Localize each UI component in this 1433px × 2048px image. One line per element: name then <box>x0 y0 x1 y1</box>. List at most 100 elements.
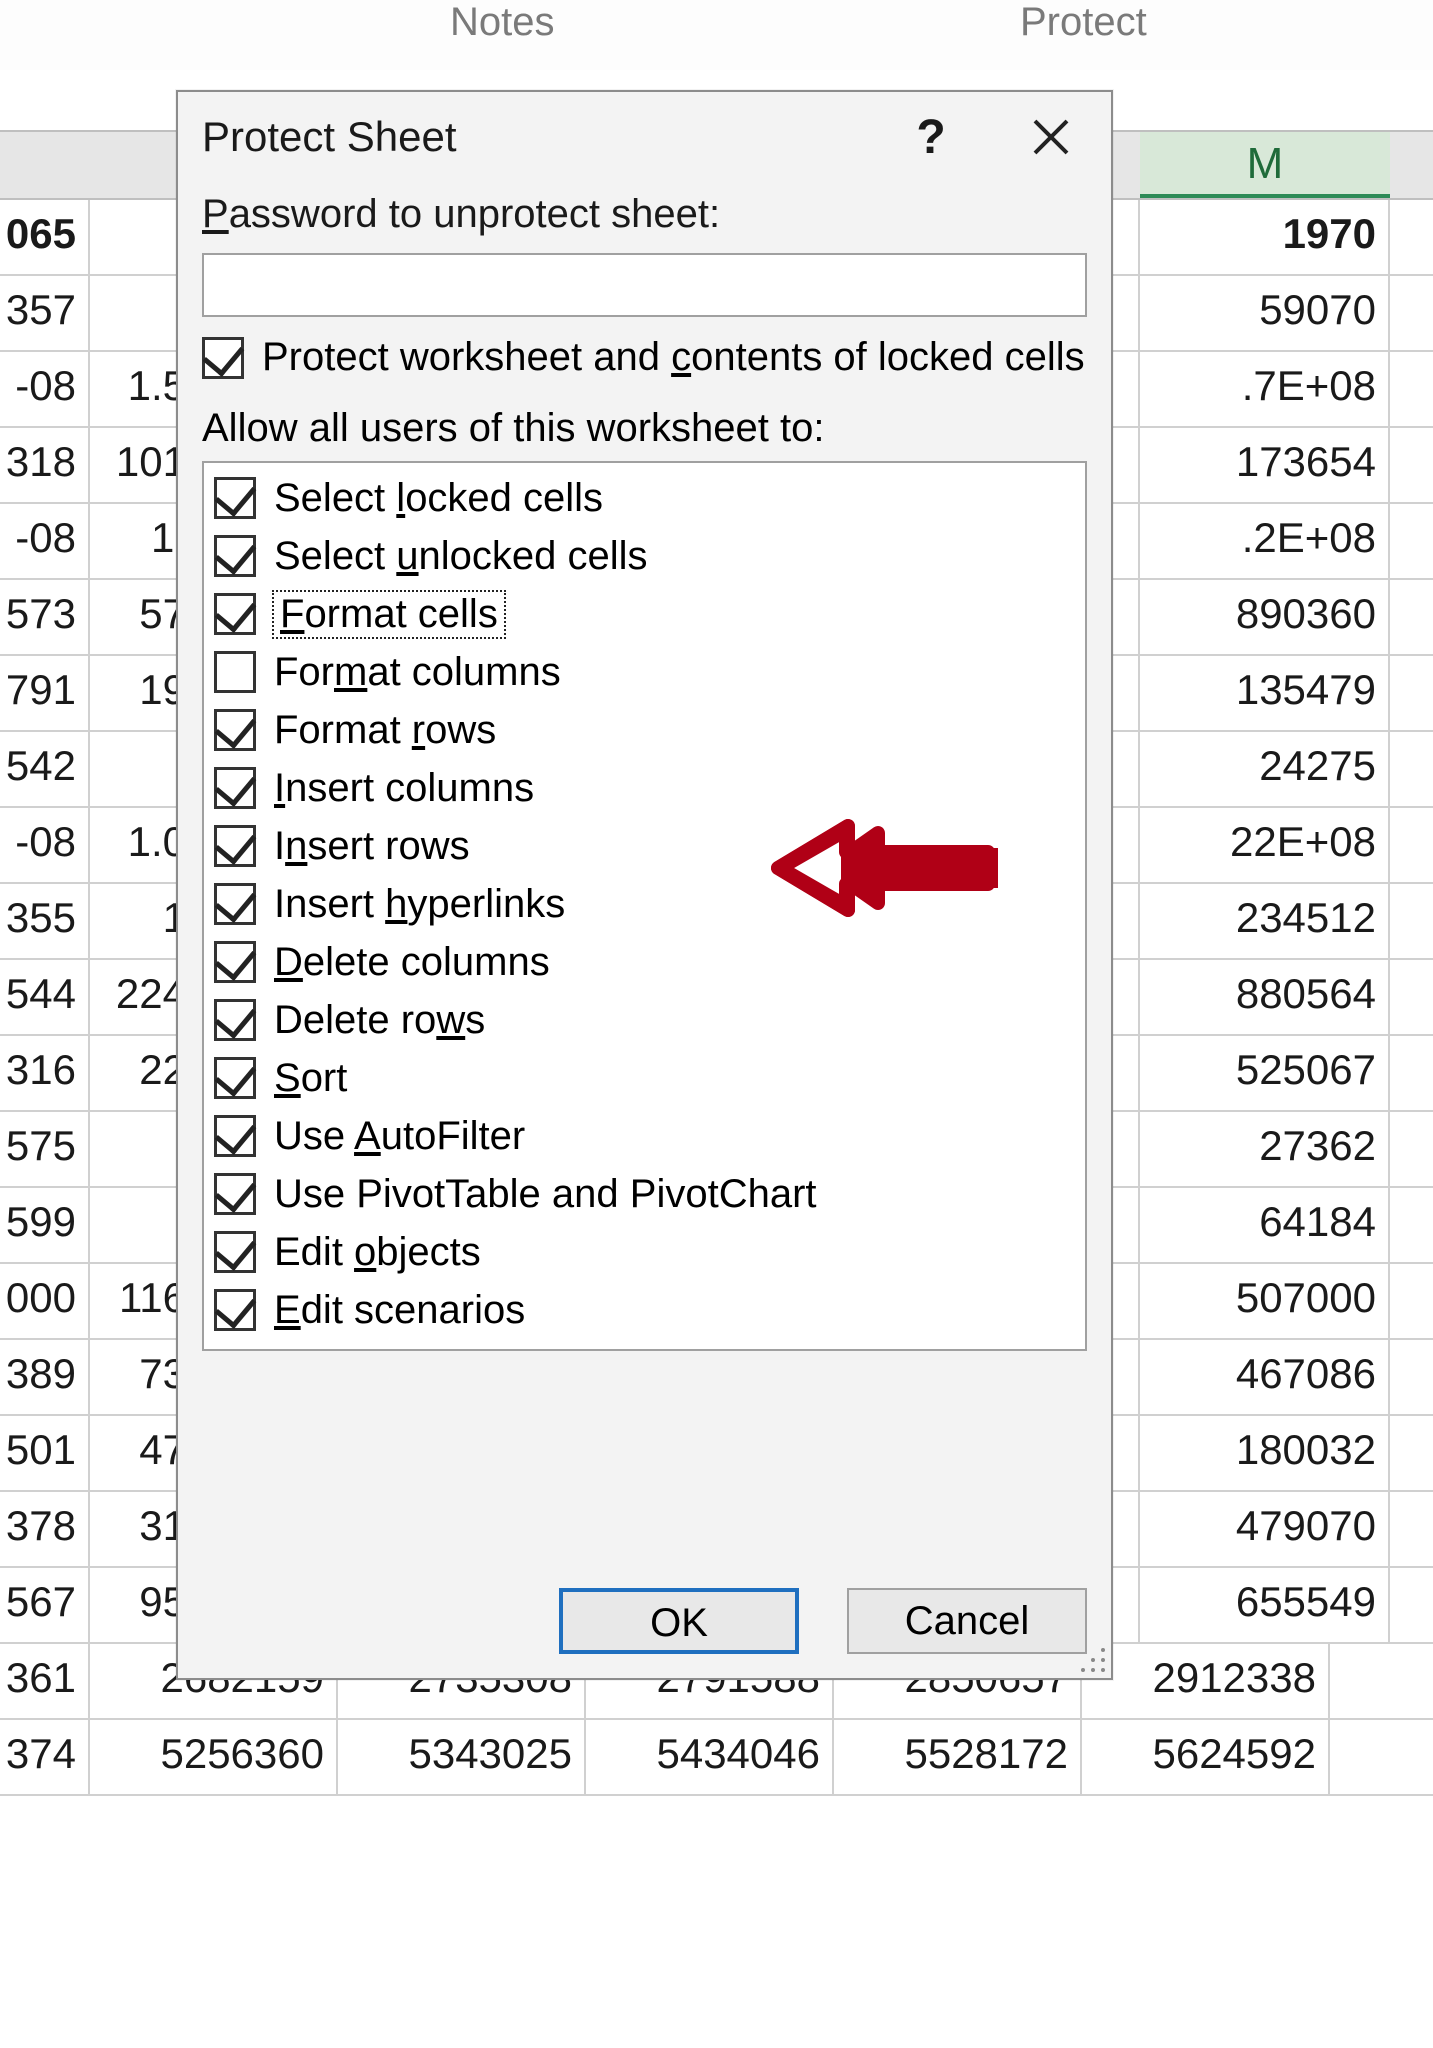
cell[interactable]: 1970 <box>1140 200 1390 274</box>
cell[interactable]: 24275 <box>1140 732 1390 806</box>
cell[interactable]: 507000 <box>1140 1264 1390 1338</box>
perm-label: Format rows <box>274 708 496 753</box>
perm-checkbox-format-cells[interactable] <box>214 593 256 635</box>
cell[interactable]: 173654 <box>1140 428 1390 502</box>
cell[interactable]: .2E+08 <box>1140 504 1390 578</box>
perm-edit-scenarios[interactable]: Edit scenarios <box>214 1281 1075 1339</box>
perm-checkbox-format-columns[interactable] <box>214 651 256 693</box>
cell[interactable]: 318 <box>0 428 90 502</box>
perm-select-locked-cells[interactable]: Select locked cells <box>214 469 1075 527</box>
cell[interactable]: 5528172 <box>834 1720 1082 1794</box>
perm-sort[interactable]: Sort <box>214 1049 1075 1107</box>
perm-format-columns[interactable]: Format columns <box>214 643 1075 701</box>
perm-checkbox-select-unlocked-cells[interactable] <box>214 535 256 577</box>
resize-grip-icon <box>1077 1644 1107 1674</box>
cell[interactable]: -08 <box>0 808 90 882</box>
cell[interactable]: 180032 <box>1140 1416 1390 1490</box>
perm-use-autofilter[interactable]: Use AutoFilter <box>214 1107 1075 1165</box>
cell[interactable]: 5434046 <box>586 1720 834 1794</box>
cell[interactable]: 2912338 <box>1082 1644 1330 1718</box>
cell[interactable]: 135479 <box>1140 656 1390 730</box>
perm-format-cells[interactable]: Format cells <box>214 585 1075 643</box>
cancel-button[interactable]: Cancel <box>847 1588 1087 1654</box>
cell[interactable]: .7E+08 <box>1140 352 1390 426</box>
cell[interactable]: 374 <box>0 1720 90 1794</box>
table-row: 37452563605343025543404655281725624592 <box>0 1720 1433 1796</box>
perm-label: Delete rows <box>274 998 485 1043</box>
cell[interactable]: 599 <box>0 1188 90 1262</box>
cell[interactable]: 467086 <box>1140 1340 1390 1414</box>
perm-insert-rows[interactable]: Insert rows <box>214 817 1075 875</box>
cell[interactable]: 542 <box>0 732 90 806</box>
perm-label: Use PivotTable and PivotChart <box>274 1172 817 1217</box>
perm-label: Insert hyperlinks <box>274 882 565 927</box>
protect-contents-row[interactable]: Protect worksheet and contents of locked… <box>202 335 1087 380</box>
perm-edit-objects[interactable]: Edit objects <box>214 1223 1075 1281</box>
perm-checkbox-sort[interactable] <box>214 1057 256 1099</box>
perm-label: Edit scenarios <box>274 1288 525 1333</box>
cell[interactable]: 355 <box>0 884 90 958</box>
cell[interactable]: 501 <box>0 1416 90 1490</box>
cell[interactable]: 378 <box>0 1492 90 1566</box>
perm-insert-columns[interactable]: Insert columns <box>214 759 1075 817</box>
cell[interactable]: 567 <box>0 1568 90 1642</box>
cell[interactable]: 27362 <box>1140 1112 1390 1186</box>
dialog-buttons: OK Cancel <box>559 1588 1087 1654</box>
dialog-body: Password to unprotect sheet: Protect wor… <box>178 192 1111 1351</box>
close-icon <box>1031 117 1071 157</box>
cell[interactable]: 59070 <box>1140 276 1390 350</box>
perm-checkbox-insert-columns[interactable] <box>214 767 256 809</box>
perm-select-unlocked-cells[interactable]: Select unlocked cells <box>214 527 1075 585</box>
cell[interactable]: 573 <box>0 580 90 654</box>
perm-checkbox-use-autofilter[interactable] <box>214 1115 256 1157</box>
password-input[interactable] <box>202 253 1087 317</box>
perm-checkbox-insert-rows[interactable] <box>214 825 256 867</box>
cell[interactable]: 234512 <box>1140 884 1390 958</box>
perm-checkbox-insert-hyperlinks[interactable] <box>214 883 256 925</box>
cell[interactable]: 5256360 <box>90 1720 338 1794</box>
close-button[interactable] <box>1001 92 1101 182</box>
ok-button[interactable]: OK <box>559 1588 799 1654</box>
perm-checkbox-use-pivottable[interactable] <box>214 1173 256 1215</box>
cell[interactable]: 525067 <box>1140 1036 1390 1110</box>
cell[interactable]: 890360 <box>1140 580 1390 654</box>
cell[interactable]: 880564 <box>1140 960 1390 1034</box>
cell[interactable]: 655549 <box>1140 1568 1390 1642</box>
perm-insert-hyperlinks[interactable]: Insert hyperlinks <box>214 875 1075 933</box>
cell[interactable]: 316 <box>0 1036 90 1110</box>
perm-label: Insert rows <box>274 824 470 869</box>
cell[interactable]: 357 <box>0 276 90 350</box>
cell[interactable]: 64184 <box>1140 1188 1390 1262</box>
protect-contents-checkbox[interactable] <box>202 337 244 379</box>
protect-contents-label: Protect worksheet and contents of locked… <box>262 335 1085 380</box>
ribbon-label-protect: Protect <box>1020 0 1147 45</box>
dialog-titlebar: Protect Sheet ? <box>178 92 1111 182</box>
help-button[interactable]: ? <box>881 92 981 182</box>
perm-checkbox-format-rows[interactable] <box>214 709 256 751</box>
perm-checkbox-delete-columns[interactable] <box>214 941 256 983</box>
column-header-m[interactable]: M <box>1140 132 1390 198</box>
cell[interactable]: 361 <box>0 1644 90 1718</box>
cell[interactable]: -08 <box>0 352 90 426</box>
perm-checkbox-select-locked-cells[interactable] <box>214 477 256 519</box>
cell[interactable]: 5343025 <box>338 1720 586 1794</box>
cell[interactable]: 544 <box>0 960 90 1034</box>
perm-label: Edit objects <box>274 1230 481 1275</box>
perm-use-pivottable[interactable]: Use PivotTable and PivotChart <box>214 1165 1075 1223</box>
cell[interactable]: 791 <box>0 656 90 730</box>
perm-format-rows[interactable]: Format rows <box>214 701 1075 759</box>
perm-delete-columns[interactable]: Delete columns <box>214 933 1075 991</box>
cell[interactable]: 389 <box>0 1340 90 1414</box>
cell[interactable]: 22E+08 <box>1140 808 1390 882</box>
cell[interactable]: 5624592 <box>1082 1720 1330 1794</box>
resize-grip[interactable] <box>1077 1644 1107 1674</box>
cell[interactable]: 065 <box>0 200 90 274</box>
cell[interactable]: -08 <box>0 504 90 578</box>
cell[interactable]: 479070 <box>1140 1492 1390 1566</box>
perm-checkbox-delete-rows[interactable] <box>214 999 256 1041</box>
cell[interactable]: 575 <box>0 1112 90 1186</box>
perm-delete-rows[interactable]: Delete rows <box>214 991 1075 1049</box>
perm-checkbox-edit-scenarios[interactable] <box>214 1289 256 1331</box>
perm-checkbox-edit-objects[interactable] <box>214 1231 256 1273</box>
cell[interactable]: 000 <box>0 1264 90 1338</box>
